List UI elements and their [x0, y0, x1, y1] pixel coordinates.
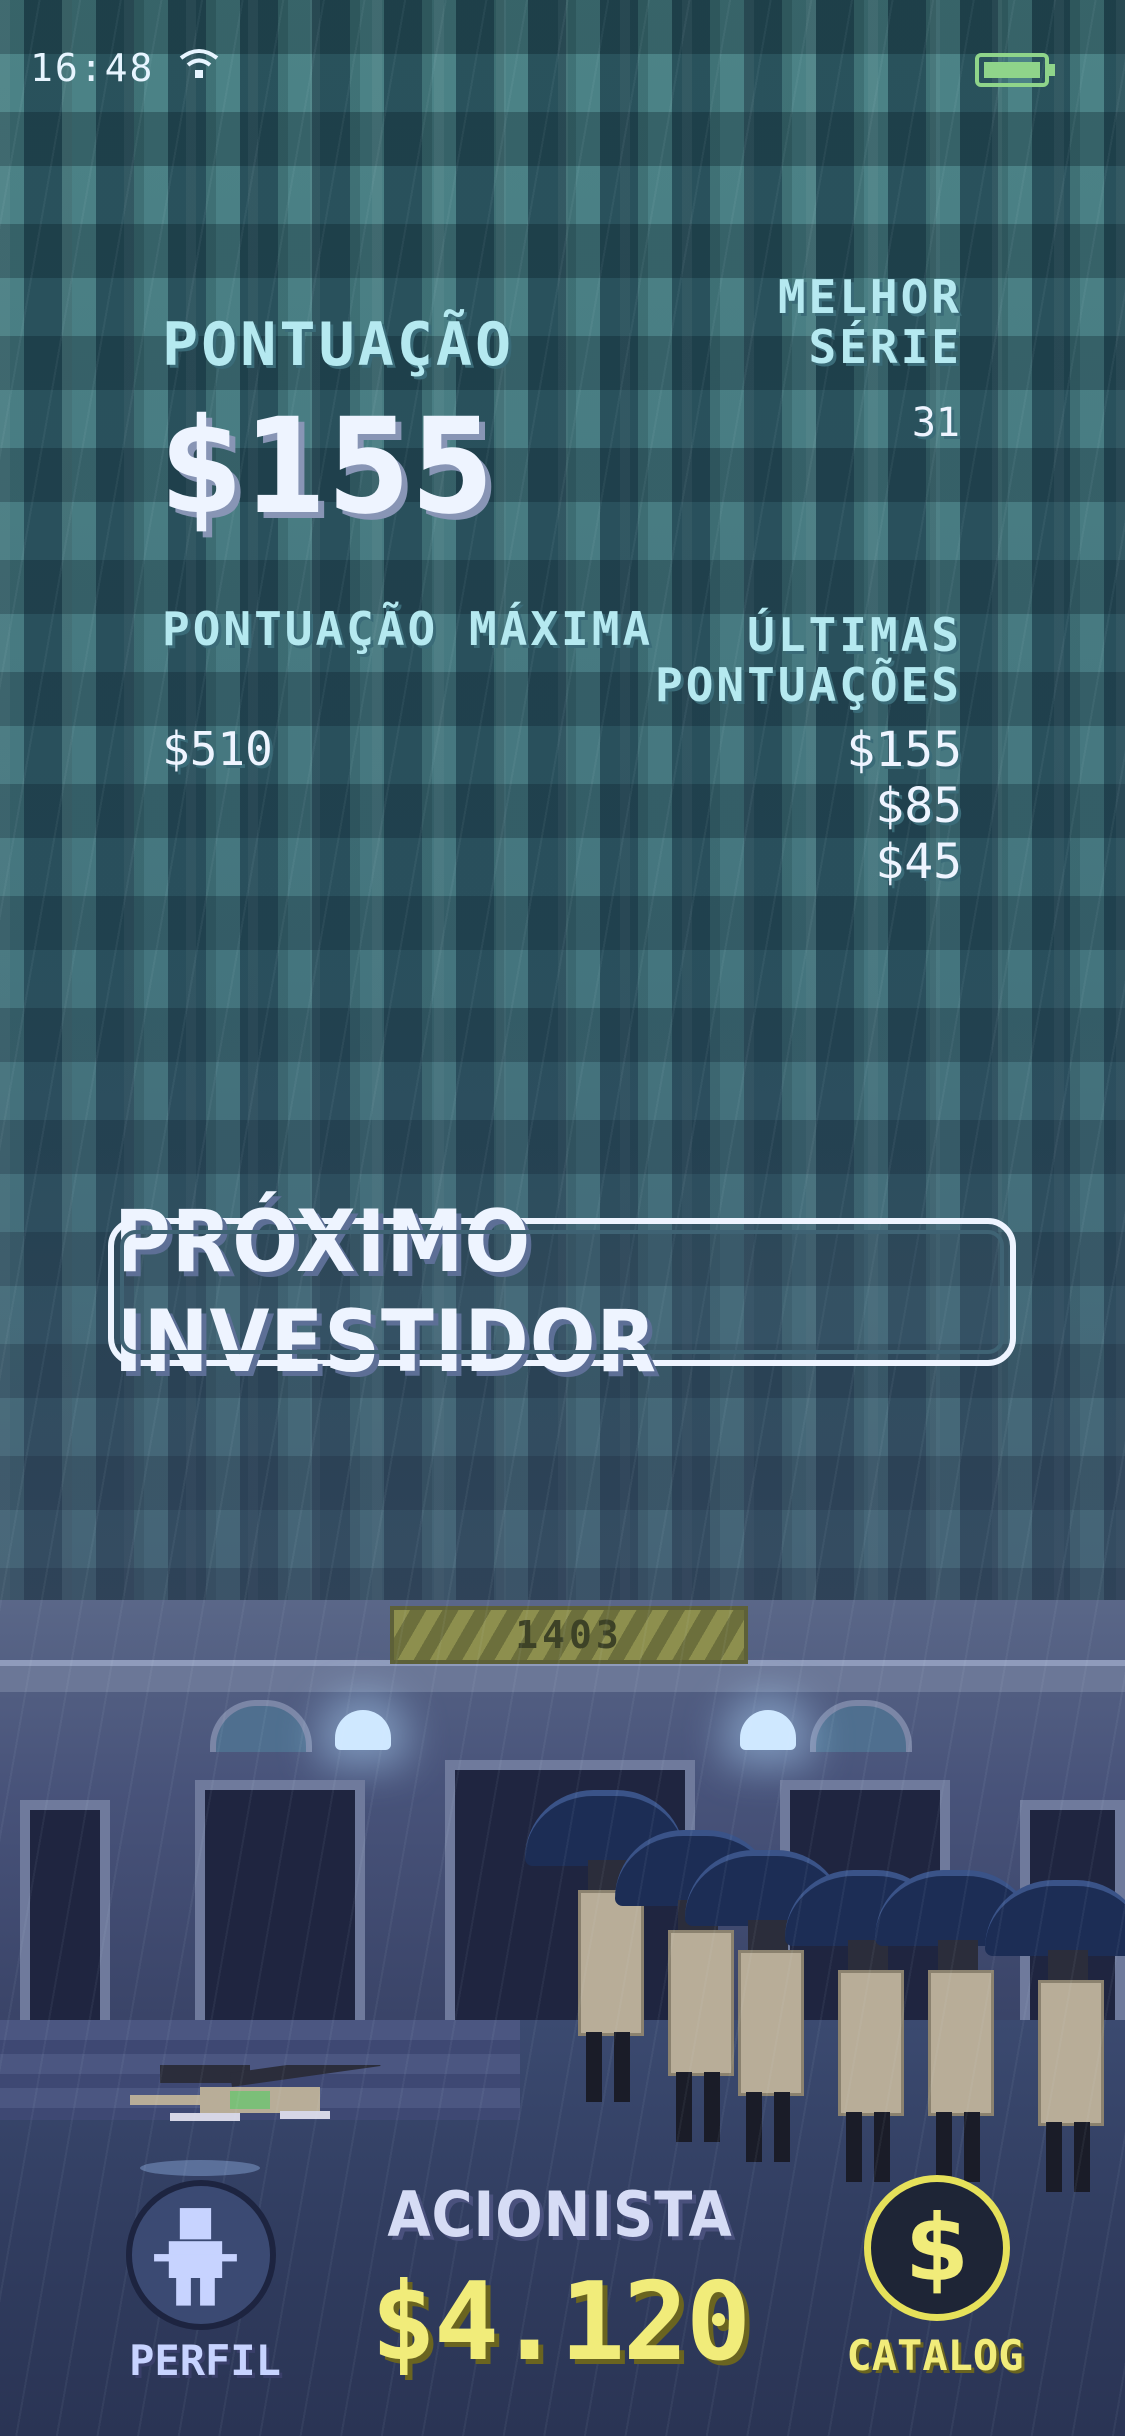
battery-icon [975, 53, 1055, 87]
recent-score-item: $85 [875, 778, 962, 834]
dollar-sign-icon: $ [904, 2194, 969, 2302]
recent-score-item: $45 [875, 834, 962, 890]
score-value: $155 [160, 390, 495, 544]
catalog-label: CATALOG [846, 2331, 1024, 2380]
recent-scores-list: $155 $85 $45 [760, 722, 962, 890]
recent-scores-label: ÚLTIMAS PONTUAÇÕES [655, 608, 962, 712]
status-time: 16:48 [30, 46, 155, 90]
catalog-button[interactable]: $ CATALOG [810, 2175, 1030, 2385]
wifi-icon [179, 49, 219, 78]
score-label: PONTUAÇÃO [162, 310, 515, 380]
building-number: 1403 [515, 1613, 623, 1657]
best-streak-value: 31 [911, 400, 960, 446]
best-streak-label: MELHOR SÉRIE [777, 270, 962, 374]
entrance-cornice [0, 1660, 1125, 1692]
max-score-value: $510 [162, 722, 273, 776]
balance-value: $4.120 [370, 2260, 751, 2385]
next-investor-label: PRÓXIMO INVESTIDOR [114, 1192, 658, 1392]
role-label: ACIONISTA [387, 2178, 733, 2251]
profile-label: PERFIL [129, 2336, 281, 2385]
address-plate: 1403 [390, 1606, 748, 1664]
puddle [140, 2160, 260, 2176]
avatar [126, 2180, 276, 2330]
dollar-coin-icon: $ [864, 2175, 1010, 2321]
side-window-left [20, 1800, 110, 2050]
game-screen: 1403 16:48 PONTUAÇÃO $155 MELHOR SÉRIE 3… [0, 0, 1125, 2436]
profile-button[interactable]: PERFIL [120, 2180, 300, 2385]
next-investor-button[interactable]: PRÓXIMO INVESTIDOR [108, 1192, 1016, 1392]
recent-score-item: $155 [846, 722, 962, 778]
side-door-left [195, 1780, 365, 2050]
person-icon [154, 2208, 237, 2306]
fallen-investor-figure [130, 2065, 381, 2121]
